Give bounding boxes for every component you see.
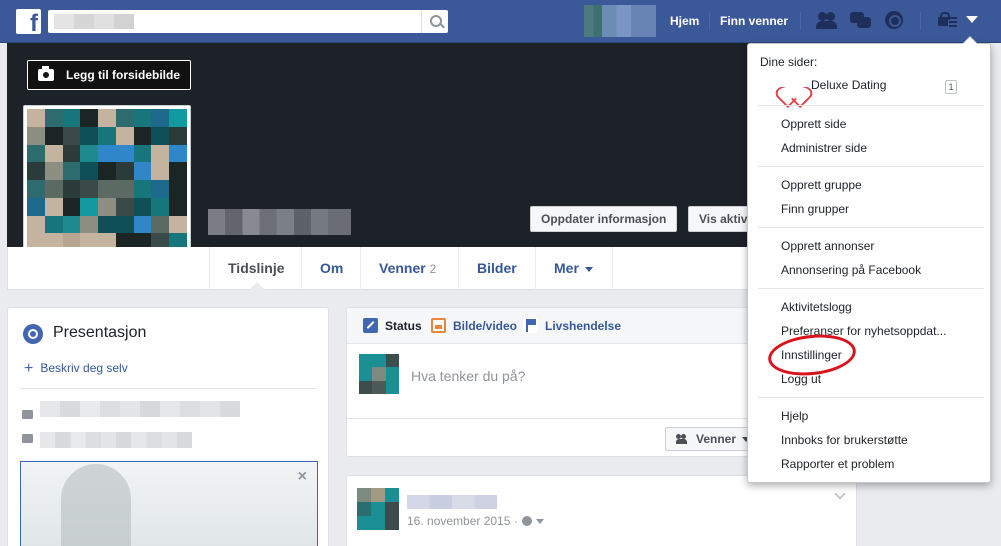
add-cover-photo-label: Legg til forsidebilde	[66, 68, 181, 82]
facebook-logo[interactable]: f	[16, 9, 41, 34]
post-timestamp[interactable]: 16. november 2015 ·	[407, 514, 544, 528]
add-cover-photo-button[interactable]: Legg til forsidebilde	[27, 60, 192, 90]
composer-tab-life-event-label: Livshendelse	[545, 319, 622, 333]
flag-icon	[523, 318, 538, 333]
menu-item-settings[interactable]: Innstillinger	[781, 348, 842, 362]
friends-icon	[676, 434, 688, 444]
menu-item-page-deluxe-dating[interactable]: Deluxe Dating	[811, 78, 886, 92]
menu-item-help[interactable]: Hjelp	[781, 409, 808, 423]
active-tab-pointer	[249, 282, 265, 290]
menu-separator	[758, 105, 984, 106]
plus-icon: +	[24, 360, 34, 377]
your-pages-header: Dine sider:	[760, 55, 818, 69]
post-author-blurred[interactable]	[407, 495, 497, 509]
composer-tab-status-label: Status	[385, 319, 422, 333]
work-info-blurred	[40, 401, 240, 417]
menu-separator	[758, 227, 984, 228]
nav-divider	[800, 12, 801, 30]
menu-item-create-group[interactable]: Opprett gruppe	[781, 178, 862, 192]
friends-count: 2	[429, 262, 437, 276]
menu-item-advertising[interactable]: Annonsering på Facebook	[781, 263, 921, 277]
briefcase-icon	[22, 410, 33, 419]
chevron-down-icon	[584, 266, 593, 272]
friends-icon[interactable]	[815, 10, 839, 32]
divider	[20, 388, 317, 389]
post-options-chevron-icon[interactable]	[834, 488, 846, 500]
composer-tab-photo-label: Bilde/video	[453, 319, 518, 333]
home-link[interactable]: Hjem	[670, 14, 699, 28]
menu-separator	[758, 166, 984, 167]
tab-more[interactable]: Mer	[535, 247, 611, 290]
nav-divider	[709, 12, 710, 30]
tab-friends-label: Venner	[379, 260, 426, 276]
tab-divider	[612, 247, 613, 290]
profile-shortcut-avatar-blurred[interactable]	[584, 5, 656, 37]
featured-photo-placeholder[interactable]: ×	[20, 461, 318, 546]
update-info-button[interactable]: Oppdater informasjon	[530, 206, 678, 232]
nav-divider	[920, 12, 921, 30]
heart-icon	[781, 76, 805, 98]
search-input[interactable]	[48, 10, 448, 33]
privacy-lock-icon[interactable]	[935, 10, 959, 32]
close-icon[interactable]: ×	[298, 468, 307, 486]
profile-tab-bar: Tidslinje Om Venner 2 Bilder Mer	[7, 247, 857, 290]
menu-item-create-page[interactable]: Opprett side	[781, 117, 846, 131]
messages-icon[interactable]	[849, 10, 873, 32]
tab-friends[interactable]: Venner 2	[360, 247, 454, 290]
top-navigation-bar: f Hjem Finn venner	[0, 0, 1001, 43]
post-avatar[interactable]	[357, 488, 399, 530]
school-icon	[22, 434, 33, 443]
audience-label: Venner	[696, 432, 737, 446]
menu-item-find-groups[interactable]: Finn grupper	[781, 202, 849, 216]
tab-about[interactable]: Om	[301, 247, 361, 290]
search-query-blurred	[54, 14, 134, 29]
search-icon[interactable]	[421, 10, 448, 33]
account-menu-caret-icon[interactable]	[966, 16, 978, 23]
tab-photos[interactable]: Bilder	[458, 247, 535, 290]
globe-icon	[23, 324, 43, 344]
menu-item-manage-page[interactable]: Administrer side	[781, 141, 867, 155]
intro-title: Presentasjon	[53, 324, 147, 341]
composer-input[interactable]: Hva tenker du på?	[411, 368, 525, 384]
find-friends-link[interactable]: Finn venner	[720, 14, 788, 28]
page-notification-badge: 1	[945, 80, 957, 94]
profile-picture-pixelated	[27, 109, 187, 269]
pencil-icon	[363, 318, 378, 333]
photo-icon	[431, 318, 446, 333]
notifications-globe-icon[interactable]	[883, 10, 907, 32]
composer-tab-photo[interactable]: Bilde/video	[431, 318, 518, 333]
menu-separator	[758, 288, 984, 289]
post-date-text: 16. november 2015 ·	[407, 514, 518, 528]
menu-item-activity-log[interactable]: Aktivitetslogg	[781, 300, 852, 314]
describe-yourself-link[interactable]: + Beskriv deg selv	[24, 360, 128, 378]
globe-icon	[521, 516, 532, 526]
menu-separator	[758, 397, 984, 398]
intro-card: Presentasjon + Beskriv deg selv ×	[7, 307, 329, 546]
photo-silhouette	[61, 464, 131, 546]
menu-item-report-problem[interactable]: Rapporter et problem	[781, 457, 894, 471]
composer-tab-status[interactable]: Status	[363, 318, 422, 333]
tab-more-label: Mer	[554, 260, 579, 276]
camera-icon	[38, 66, 54, 81]
composer-avatar	[359, 354, 399, 394]
timeline-post: 16. november 2015 ·	[346, 475, 857, 546]
menu-item-news-feed-preferences[interactable]: Preferanser for nyhetsoppdat...	[781, 324, 946, 338]
education-info-blurred	[40, 432, 192, 448]
composer-tab-life-event[interactable]: Livshendelse	[523, 318, 622, 333]
describe-yourself-label: Beskriv deg selv	[40, 361, 128, 375]
menu-item-log-out[interactable]: Logg ut	[781, 372, 821, 386]
menu-item-support-inbox[interactable]: Innboks for brukerstøtte	[781, 433, 908, 447]
profile-name-blurred	[208, 209, 351, 235]
chevron-down-icon[interactable]	[535, 519, 544, 525]
account-dropdown-menu: Dine sider: Deluxe Dating 1 Opprett side…	[747, 36, 991, 483]
menu-item-create-ads[interactable]: Opprett annonser	[781, 239, 874, 253]
